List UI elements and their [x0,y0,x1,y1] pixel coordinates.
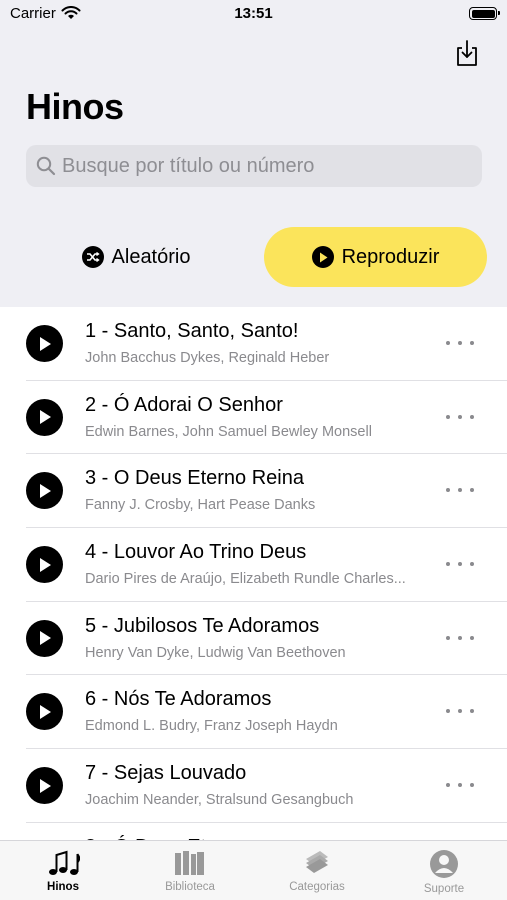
dot [446,709,450,714]
dot [458,635,462,640]
hymn-row[interactable]: 2 - Ó Adorai O Senhor Edwin Barnes, John … [0,381,507,455]
more-button[interactable] [446,703,474,719]
hymn-row[interactable]: 6 - Nós Te Adoramos Edmond L. Budry, Fran… [0,675,507,749]
dot [470,783,474,788]
hymn-title: 3 - O Deus Eterno Reina [85,467,304,490]
tab-biblioteca[interactable]: Biblioteca [127,841,253,900]
hymn-authors: Henry Van Dyke, Ludwig Van Beethoven [85,644,346,661]
more-button[interactable] [446,335,474,351]
play-icon [39,704,51,719]
dot [458,488,462,493]
hymn-list: 1 - Santo, Santo, Santo! John Bacchus Dyk… [0,307,507,840]
hymn-authors: Edmond L. Budry, Franz Joseph Haydn [85,718,338,735]
play-button[interactable] [26,398,63,436]
play-button[interactable] [26,693,63,731]
shuffle-button[interactable]: Aleatório [26,227,246,287]
dot [470,414,474,419]
dot [458,562,462,567]
search-bar[interactable] [26,145,482,187]
play-button[interactable] [26,619,63,657]
dot [446,341,450,345]
play-button[interactable] [26,767,63,805]
tab-label: Suporte [423,883,465,895]
hymn-row[interactable]: 1 - Santo, Santo, Santo! John Bacchus Dyk… [0,307,507,381]
tab-label: Categorias [289,881,345,893]
dot [446,414,450,419]
search-input[interactable] [62,145,472,187]
hymn-authors: John Bacchus Dykes, Reginald Heber [85,350,330,366]
play-icon [39,631,51,646]
hymn-title: 4 - Louvor Ao Trino Deus [85,541,307,564]
status-time: 13:51 [234,5,273,22]
dot [458,709,462,714]
dot [458,341,462,345]
tab-bar: Hinos Biblioteca Categorias Suporte [0,840,507,900]
dot [470,488,474,493]
tab-label: Hinos [47,881,79,893]
tab-suporte[interactable]: Suporte [381,841,507,900]
play-button[interactable] [26,472,63,510]
hymn-title: 6 - Nós Te Adoramos [85,688,272,711]
hymn-title: 7 - Sejas Louvado [85,762,247,785]
hymn-row[interactable]: 5 - Jubilosos Te Adoramos Henry Van Dyke,… [0,602,507,676]
shuffle-label: Aleatório [111,245,191,268]
hymn-row[interactable]: 3 - O Deus Eterno Reina Fanny J. Crosby, … [0,454,507,528]
dot [446,488,450,493]
download-button[interactable] [452,38,482,68]
dot [446,635,450,640]
tab-categorias[interactable]: Categorias [254,841,380,900]
more-button[interactable] [446,556,474,572]
music-notes-icon [49,850,80,875]
dot [458,414,462,419]
hymn-row[interactable]: 8 - Ó Deus Eterno [0,823,507,840]
tab-hinos[interactable]: Hinos [0,841,126,900]
more-button[interactable] [446,777,474,793]
hymn-title: 1 - Santo, Santo, Santo! [85,320,299,342]
hymn-authors: Fanny J. Crosby, Hart Pease Danks [85,497,316,514]
play-button[interactable] [26,546,63,584]
tab-label: Biblioteca [165,881,215,893]
hymn-authors: Joachim Neander, Stralsund Gesangbuch [85,792,354,809]
hymn-title: 2 - Ó Adorai O Senhor [85,393,283,416]
battery-icon [469,7,500,20]
hymn-authors: Edwin Barnes, John Samuel Bewley Monsell [85,423,372,440]
hymn-authors: Dario Pires de Araújo, Elizabeth Rundle … [85,571,406,588]
play-all-label: Reproduzir [341,245,440,268]
books-icon [175,851,204,875]
dot [470,562,474,567]
more-button[interactable] [446,630,474,646]
play-all-button[interactable]: Reproduzir [264,227,487,287]
play-icon [39,336,51,351]
hymn-title: 5 - Jubilosos Te Adoramos [85,614,320,637]
play-button[interactable] [26,325,63,362]
shuffle-icon [81,246,104,268]
hymn-row[interactable]: 7 - Sejas Louvado Joachim Neander, Strals… [0,749,507,823]
page-title: Hinos [26,86,124,127]
dot [470,709,474,714]
dot [470,635,474,640]
hymn-row[interactable]: 4 - Louvor Ao Trino Deus Dario Pires de A… [0,528,507,602]
play-icon [39,410,51,425]
play-icon [39,778,51,793]
dot [470,341,474,345]
dot [446,783,450,788]
download-icon [457,40,477,66]
dot [458,783,462,788]
play-icon [39,557,51,572]
play-icon [39,483,51,498]
person-icon [430,850,458,878]
more-button[interactable] [446,482,474,498]
stack-icon [306,851,328,873]
dot [446,562,450,567]
more-button[interactable] [446,409,474,425]
play-icon [311,246,334,268]
status-bar: Carrier 13:51 [0,0,507,28]
search-icon [36,156,56,176]
